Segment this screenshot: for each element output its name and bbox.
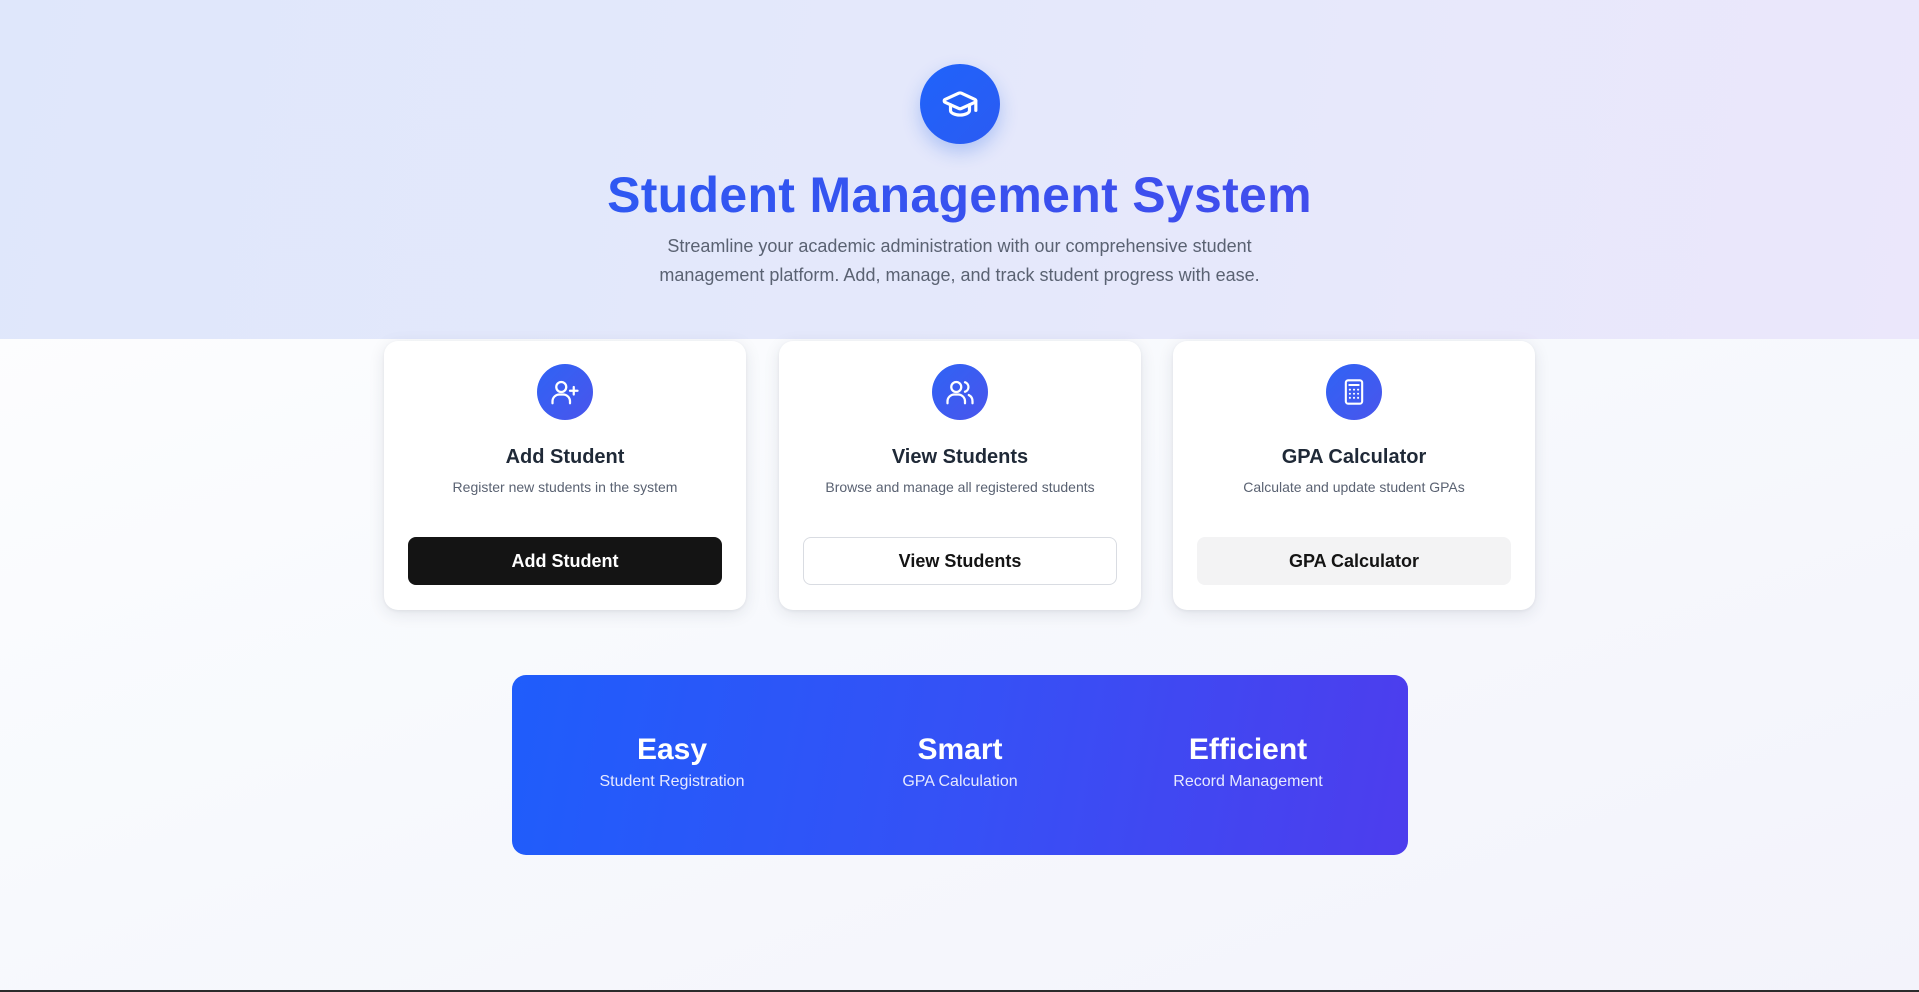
hero-section: Student Management System Streamline you…	[0, 0, 1919, 339]
add-student-button[interactable]: Add Student	[408, 537, 722, 585]
card-description: Browse and manage all registered student…	[825, 479, 1095, 495]
features-banner: Easy Student Registration Smart GPA Calc…	[512, 675, 1408, 855]
users-icon	[932, 364, 988, 420]
feature-value: Easy	[636, 733, 708, 766]
card-title: GPA Calculator	[1281, 446, 1427, 468]
feature-item: Smart GPA Calculation	[840, 732, 1080, 792]
user-plus-icon	[537, 364, 593, 420]
card-title: Add Student	[505, 446, 625, 468]
feature-label: GPA Calculation	[902, 773, 1018, 790]
feature-item: Easy Student Registration	[552, 732, 792, 792]
card-description: Calculate and update student GPAs	[1243, 479, 1465, 495]
feature-item: Efficient Record Management	[1128, 732, 1368, 792]
add-student-card: Add Student Register new students in the…	[384, 341, 746, 610]
feature-label: Record Management	[1173, 773, 1323, 790]
feature-value: Efficient	[1188, 733, 1308, 766]
page-subtitle: Streamline your academic administration …	[659, 236, 1260, 285]
calculator-icon	[1326, 364, 1382, 420]
gpa-calculator-button[interactable]: GPA Calculator	[1197, 537, 1511, 585]
feature-value: Smart	[917, 733, 1003, 766]
view-students-card: View Students Browse and manage all regi…	[779, 341, 1141, 610]
graduation-cap-icon	[920, 64, 1000, 144]
card-description: Register new students in the system	[452, 479, 678, 495]
view-students-button[interactable]: View Students	[803, 537, 1117, 585]
feature-label: Student Registration	[599, 773, 745, 790]
page-title: Student Management System	[0, 164, 1919, 226]
card-title: View Students	[891, 446, 1029, 468]
gpa-calculator-card: GPA Calculator Calculate and update stud…	[1173, 341, 1535, 610]
